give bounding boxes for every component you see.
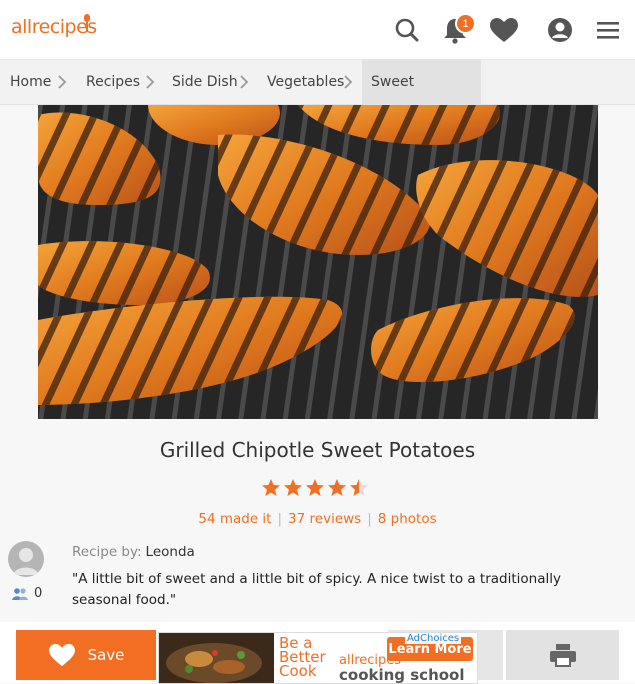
user-icon[interactable] — [544, 14, 576, 46]
half-star-icon — [350, 479, 368, 496]
search-icon[interactable] — [391, 14, 423, 46]
breadcrumb-recipes[interactable]: Recipes — [86, 60, 140, 104]
author-avatar[interactable] — [8, 541, 44, 577]
printer-icon — [549, 644, 576, 667]
breadcrumb-vegetables[interactable]: Vegetables — [267, 60, 344, 104]
separator: | — [367, 511, 372, 527]
ad-cooking-school: cooking school — [339, 666, 465, 684]
print-button[interactable] — [506, 630, 619, 680]
breadcrumb-side-dish[interactable]: Side Dish — [172, 60, 238, 104]
separator: | — [277, 511, 283, 527]
photos-link[interactable]: 8 photos — [378, 511, 437, 527]
save-button[interactable]: Save — [16, 630, 156, 680]
chevron-right-icon — [58, 75, 67, 89]
star-rating[interactable] — [261, 478, 371, 500]
people-icon — [12, 587, 28, 600]
chevron-right-icon — [146, 75, 155, 89]
ad-line-3: Cook — [279, 662, 317, 680]
chevron-right-icon — [240, 75, 249, 89]
recipe-title: Grilled Chipotle Sweet Potatoes — [159, 438, 476, 462]
follower-count: 0 — [34, 586, 43, 601]
breadcrumb-home[interactable]: Home — [10, 60, 51, 104]
top-navigation-bar: allrecipes 1 — [0, 0, 635, 60]
bottom-action-bar: Save Be a Better Cook allrecipes cooking… — [0, 622, 635, 684]
advertisement-banner[interactable]: Be a Better Cook allrecipes cooking scho… — [158, 632, 478, 684]
heart-icon[interactable] — [488, 14, 520, 46]
star-icon — [306, 479, 324, 496]
recipe-byline: Recipe by: Leonda — [72, 544, 195, 560]
ad-headline: Be a Better Cook — [279, 636, 326, 680]
reviews-link[interactable]: 37 reviews — [288, 511, 361, 527]
recipe-photo[interactable] — [38, 105, 598, 419]
notification-badge[interactable]: 1 — [455, 13, 476, 34]
recipe-description: "A little bit of sweet and a little bit … — [72, 571, 561, 608]
save-label: Save — [87, 646, 125, 664]
heart-icon — [48, 643, 75, 667]
breadcrumb-sweet-potatoes[interactable]: Sweet Potatoes — [362, 60, 481, 134]
breadcrumb: Home Recipes Side Dish Vegetables Sweet … — [0, 60, 635, 134]
logo-spoon-mark — [83, 14, 91, 32]
chevron-right-icon — [344, 75, 353, 89]
author-name[interactable]: Leonda — [146, 544, 195, 560]
ad-food-image — [159, 633, 274, 683]
author-followers[interactable]: 0 — [12, 586, 42, 601]
menu-icon[interactable] — [592, 14, 624, 46]
star-icon — [284, 479, 302, 496]
byline-label: Recipe by: — [72, 544, 142, 560]
made-it-link[interactable]: 54 made it — [198, 511, 271, 527]
star-icon — [262, 479, 280, 496]
recipe-stats: 54 made it | 37 reviews | 8 photos — [0, 511, 635, 527]
adchoices-link[interactable]: AdChoices — [405, 633, 462, 644]
star-icon — [328, 479, 346, 496]
